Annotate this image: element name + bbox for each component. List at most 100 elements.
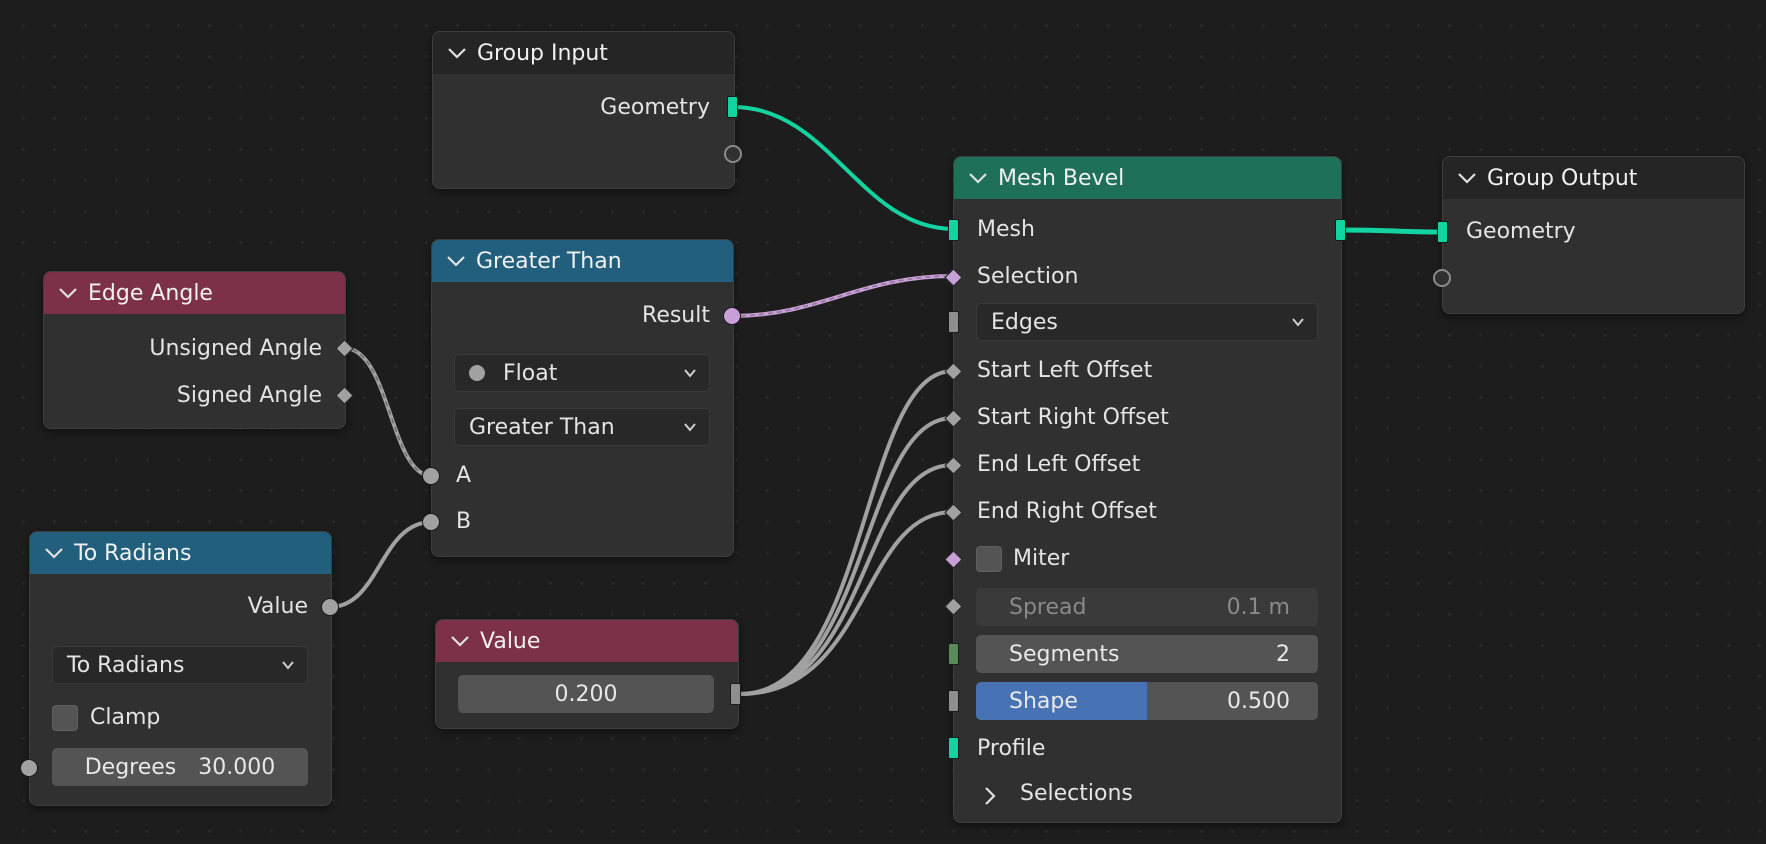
spread-value: 0.1 m <box>1226 594 1290 620</box>
degrees-field[interactable]: Degrees 30.000 <box>52 748 308 786</box>
socket-label-geometry: Geometry <box>1466 219 1576 244</box>
operation-value: Greater Than <box>469 414 615 440</box>
output-socket-signed-angle[interactable] <box>335 386 354 405</box>
socket-label-start-right-offset: Start Right Offset <box>977 405 1169 430</box>
clamp-checkbox[interactable] <box>52 705 78 731</box>
link-value-startright[interactable] <box>739 416 954 696</box>
socket-label-end-left-offset: End Left Offset <box>977 452 1141 477</box>
input-socket-shape[interactable] <box>948 690 959 712</box>
chevron-down-icon[interactable] <box>450 634 470 648</box>
shape-slider[interactable]: Shape 0.500 <box>976 682 1318 720</box>
data-type-dropdown[interactable]: Float <box>454 354 710 392</box>
node-header[interactable]: To Radians <box>30 532 331 574</box>
socket-label-selection: Selection <box>977 264 1079 289</box>
segments-value: 2 <box>1276 641 1290 667</box>
socket-label-result: Result <box>642 303 710 328</box>
input-socket-empty[interactable] <box>1433 269 1451 287</box>
output-socket-result[interactable] <box>723 307 741 325</box>
chevron-right-icon[interactable] <box>984 786 996 806</box>
value-value: 0.200 <box>554 681 618 707</box>
degrees-value: 30.000 <box>198 754 276 780</box>
domain-value: Edges <box>991 309 1058 335</box>
link-value-endright[interactable] <box>739 510 954 696</box>
output-socket-value[interactable] <box>321 598 339 616</box>
shape-label: Shape <box>1009 688 1078 714</box>
domain-dropdown[interactable]: Edges <box>976 303 1318 341</box>
node-title: To Radians <box>74 540 192 566</box>
input-socket-start-left-offset[interactable] <box>944 362 963 381</box>
link-meshbevel-groupoutput[interactable] <box>1338 227 1444 235</box>
socket-label-signed-angle: Signed Angle <box>176 383 322 408</box>
input-socket-segments[interactable] <box>948 643 959 665</box>
value-node[interactable]: Value 0.200 <box>435 619 741 729</box>
to-radians-node[interactable]: To Radians Value To Radians Clamp Degree… <box>20 531 339 806</box>
chevron-down-icon <box>684 423 696 432</box>
node-header[interactable]: Mesh Bevel <box>954 157 1341 199</box>
output-socket-value[interactable] <box>730 683 741 705</box>
mesh-bevel-node[interactable]: Mesh Bevel Mesh Selection Edges Start Le… <box>944 156 1346 823</box>
chevron-down-icon[interactable] <box>58 286 78 300</box>
degrees-label: Degrees <box>84 754 177 780</box>
node-header[interactable]: Greater Than <box>432 240 733 282</box>
chevron-down-icon[interactable] <box>968 171 988 185</box>
output-socket-geometry[interactable] <box>727 96 738 118</box>
chevron-down-icon[interactable] <box>447 46 467 60</box>
chevron-down-icon[interactable] <box>1457 171 1477 185</box>
group-input-node[interactable]: Group Input Geometry <box>432 31 742 189</box>
greater-than-node[interactable]: Greater Than Result Float Greater Than A… <box>422 239 741 557</box>
value-field[interactable]: 0.200 <box>458 675 714 713</box>
socket-label-value: Value <box>247 594 308 619</box>
link-greaterthan-selection[interactable] <box>731 274 954 318</box>
output-socket-empty[interactable] <box>724 145 742 163</box>
chevron-down-icon <box>1292 318 1304 327</box>
input-socket-spread[interactable] <box>944 597 963 616</box>
input-socket-start-right-offset[interactable] <box>944 409 963 428</box>
operation-dropdown[interactable]: Greater Than <box>454 408 710 446</box>
chevron-down-icon <box>282 661 294 670</box>
group-output-node[interactable]: Group Output Geometry <box>1433 156 1745 314</box>
socket-label-geometry: Geometry <box>600 95 710 120</box>
node-header[interactable]: Group Output <box>1443 157 1744 199</box>
node-title: Greater Than <box>476 248 622 274</box>
input-socket-domain[interactable] <box>948 311 959 333</box>
clamp-label: Clamp <box>90 705 161 730</box>
input-socket-a[interactable] <box>422 467 440 485</box>
mode-dropdown[interactable]: To Radians <box>52 646 308 684</box>
segments-field[interactable]: Segments 2 <box>976 635 1318 673</box>
selections-panel-toggle[interactable]: Selections <box>1020 781 1133 807</box>
spread-label: Spread <box>1009 594 1087 620</box>
input-socket-end-right-offset[interactable] <box>944 503 963 522</box>
link-value-endleft[interactable] <box>739 463 954 696</box>
chevron-down-icon[interactable] <box>44 546 64 560</box>
input-socket-miter[interactable] <box>944 550 963 569</box>
float-type-icon <box>469 365 485 381</box>
node-header[interactable]: Edge Angle <box>44 272 345 314</box>
output-socket-unsigned-angle[interactable] <box>335 339 354 358</box>
output-socket-mesh[interactable] <box>1335 219 1346 241</box>
input-socket-selection[interactable] <box>944 268 963 287</box>
input-socket-profile[interactable] <box>948 737 959 759</box>
link-toradians-b[interactable] <box>329 520 433 609</box>
spread-field[interactable]: Spread 0.1 m <box>976 588 1318 626</box>
socket-label-b: B <box>456 509 472 534</box>
socket-label-unsigned-angle: Unsigned Angle <box>149 336 322 361</box>
input-socket-geometry[interactable] <box>1437 221 1448 243</box>
socket-label-a: A <box>456 463 472 488</box>
input-socket-mesh[interactable] <box>948 219 959 241</box>
node-header[interactable]: Group Input <box>433 32 734 74</box>
node-header[interactable]: Value <box>436 620 738 662</box>
input-socket-b[interactable] <box>422 513 440 531</box>
node-title: Edge Angle <box>88 280 213 306</box>
socket-label-mesh: Mesh <box>977 217 1035 242</box>
input-socket-degrees[interactable] <box>20 759 38 777</box>
link-groupinput-meshbevel[interactable] <box>732 105 954 231</box>
link-value-startleft[interactable] <box>739 369 954 696</box>
chevron-down-icon[interactable] <box>446 254 466 268</box>
miter-checkbox[interactable] <box>976 546 1002 572</box>
link-edgeangle-a[interactable] <box>343 346 433 478</box>
node-title: Group Input <box>477 40 608 66</box>
segments-label: Segments <box>1009 641 1120 667</box>
edge-angle-node[interactable]: Edge Angle Unsigned Angle Signed Angle <box>43 271 354 429</box>
node-title: Mesh Bevel <box>998 165 1125 191</box>
input-socket-end-left-offset[interactable] <box>944 456 963 475</box>
